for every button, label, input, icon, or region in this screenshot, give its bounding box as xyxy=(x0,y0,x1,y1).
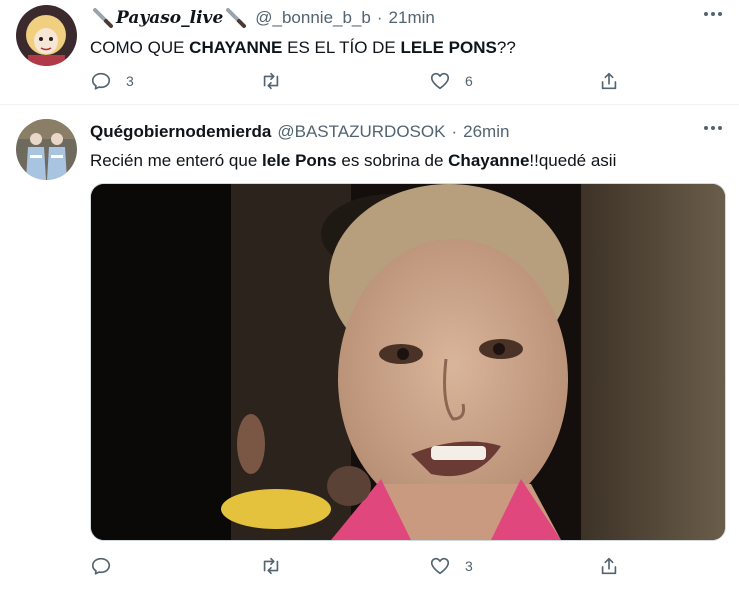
like-button[interactable]: 3 xyxy=(429,552,473,580)
timestamp[interactable]: 21min xyxy=(389,8,435,28)
text-part: Recién me enteró que xyxy=(90,151,262,170)
tweet-text: Recién me enteró que lele Pons es sobrin… xyxy=(90,149,616,173)
separator-dot: · xyxy=(376,8,383,27)
retweet-button[interactable] xyxy=(260,67,296,95)
knife-emoji-icon xyxy=(93,8,113,28)
handle[interactable]: @BASTAZURDOSOK xyxy=(277,122,445,142)
tweet-actions: 3 xyxy=(90,552,630,580)
tweet-actions: 3 6 xyxy=(90,67,630,95)
text-part-bold: lele Pons xyxy=(262,151,337,170)
reply-button[interactable]: 3 xyxy=(90,67,134,95)
like-count: 6 xyxy=(465,73,473,89)
avatar[interactable] xyxy=(16,119,77,180)
text-part: ES EL TÍO DE xyxy=(282,38,401,57)
tweet-2[interactable]: Quégobiernodemierda @BASTAZURDOSOK · 26m… xyxy=(0,105,739,592)
share-icon xyxy=(601,72,617,90)
avatar[interactable] xyxy=(16,5,77,66)
share-icon xyxy=(601,557,617,575)
retweet-icon xyxy=(263,557,279,575)
reply-icon xyxy=(91,72,111,90)
reply-count: 3 xyxy=(126,73,134,89)
like-button[interactable]: 6 xyxy=(429,67,473,95)
text-part: COMO QUE xyxy=(90,38,190,57)
separator-dot: · xyxy=(451,122,458,141)
reply-icon xyxy=(91,557,111,575)
tweet-header: Quégobiernodemierda @BASTAZURDOSOK · 26m… xyxy=(90,120,509,144)
display-name[interactable]: Payaso_live xyxy=(90,7,249,29)
more-icon[interactable] xyxy=(703,10,723,18)
like-icon xyxy=(430,557,450,575)
display-name[interactable]: Quégobiernodemierda xyxy=(90,122,271,142)
like-icon xyxy=(430,72,450,90)
handle[interactable]: @_bonnie_b_b xyxy=(255,8,371,28)
tweet-1[interactable]: Payaso_live @_bonnie_b_b · 21min COMO QU… xyxy=(0,0,739,105)
retweet-icon xyxy=(263,72,279,90)
more-icon[interactable] xyxy=(703,124,723,132)
display-name-text: Payaso_live xyxy=(116,8,224,28)
tweet-text: COMO QUE CHAYANNE ES EL TÍO DE LELE PONS… xyxy=(90,36,516,60)
text-part-bold: Chayanne xyxy=(448,151,530,170)
retweet-button[interactable] xyxy=(260,552,296,580)
tweet-media-photo[interactable] xyxy=(90,183,726,541)
text-part: ?? xyxy=(496,38,516,57)
text-part-bold: CHAYANNE xyxy=(189,38,283,57)
reply-button[interactable] xyxy=(90,552,126,580)
share-button[interactable] xyxy=(598,67,620,95)
text-part: !!quedé asii xyxy=(529,151,617,170)
tweet-header: Payaso_live @_bonnie_b_b · 21min xyxy=(90,6,435,30)
share-button[interactable] xyxy=(598,552,620,580)
text-part: es sobrina de xyxy=(336,151,449,170)
text-part-bold: LELE PONS xyxy=(400,38,497,57)
like-count: 3 xyxy=(465,558,473,574)
knife-emoji-icon xyxy=(226,8,247,28)
timestamp[interactable]: 26min xyxy=(463,122,509,142)
